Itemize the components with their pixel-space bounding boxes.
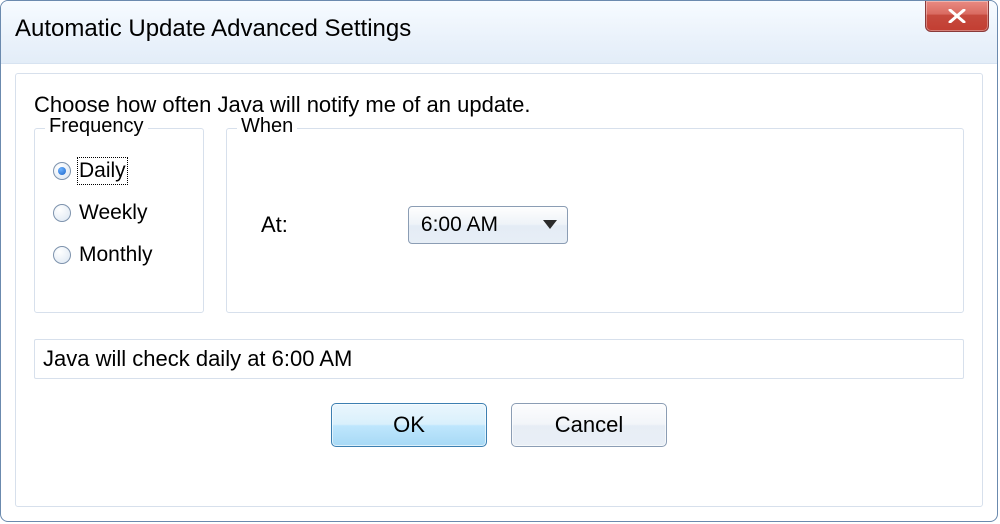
frequency-option-label: Monthly xyxy=(79,243,153,267)
radio-icon xyxy=(53,162,71,180)
ok-button[interactable]: OK xyxy=(331,403,487,447)
options-row: Frequency Daily Weekly Monthly When At: xyxy=(34,128,964,313)
when-legend: When xyxy=(237,115,297,138)
dialog-button-row: OK Cancel xyxy=(34,403,964,447)
instruction-text: Choose how often Java will notify me of … xyxy=(34,92,964,118)
when-row: At: 6:00 AM xyxy=(241,151,949,298)
dialog-window: Automatic Update Advanced Settings Choos… xyxy=(0,0,998,522)
chevron-down-icon xyxy=(543,220,557,229)
time-dropdown[interactable]: 6:00 AM xyxy=(408,206,568,244)
close-icon xyxy=(947,9,967,23)
frequency-option-label: Weekly xyxy=(79,201,147,225)
radio-icon xyxy=(53,204,71,222)
frequency-option-monthly[interactable]: Monthly xyxy=(53,243,189,267)
cancel-button[interactable]: Cancel xyxy=(511,403,667,447)
when-group: When At: 6:00 AM xyxy=(226,128,964,313)
window-close-button[interactable] xyxy=(925,1,989,32)
time-dropdown-value: 6:00 AM xyxy=(421,213,498,237)
when-at-label: At: xyxy=(261,212,288,238)
frequency-option-weekly[interactable]: Weekly xyxy=(53,201,189,225)
content-panel: Choose how often Java will notify me of … xyxy=(15,73,983,507)
frequency-legend: Frequency xyxy=(45,115,148,138)
frequency-option-daily[interactable]: Daily xyxy=(53,159,189,183)
window-title: Automatic Update Advanced Settings xyxy=(15,15,411,43)
frequency-group: Frequency Daily Weekly Monthly xyxy=(34,128,204,313)
status-text: Java will check daily at 6:00 AM xyxy=(34,339,964,379)
titlebar: Automatic Update Advanced Settings xyxy=(1,1,997,64)
radio-icon xyxy=(53,246,71,264)
frequency-option-label: Daily xyxy=(79,159,126,183)
